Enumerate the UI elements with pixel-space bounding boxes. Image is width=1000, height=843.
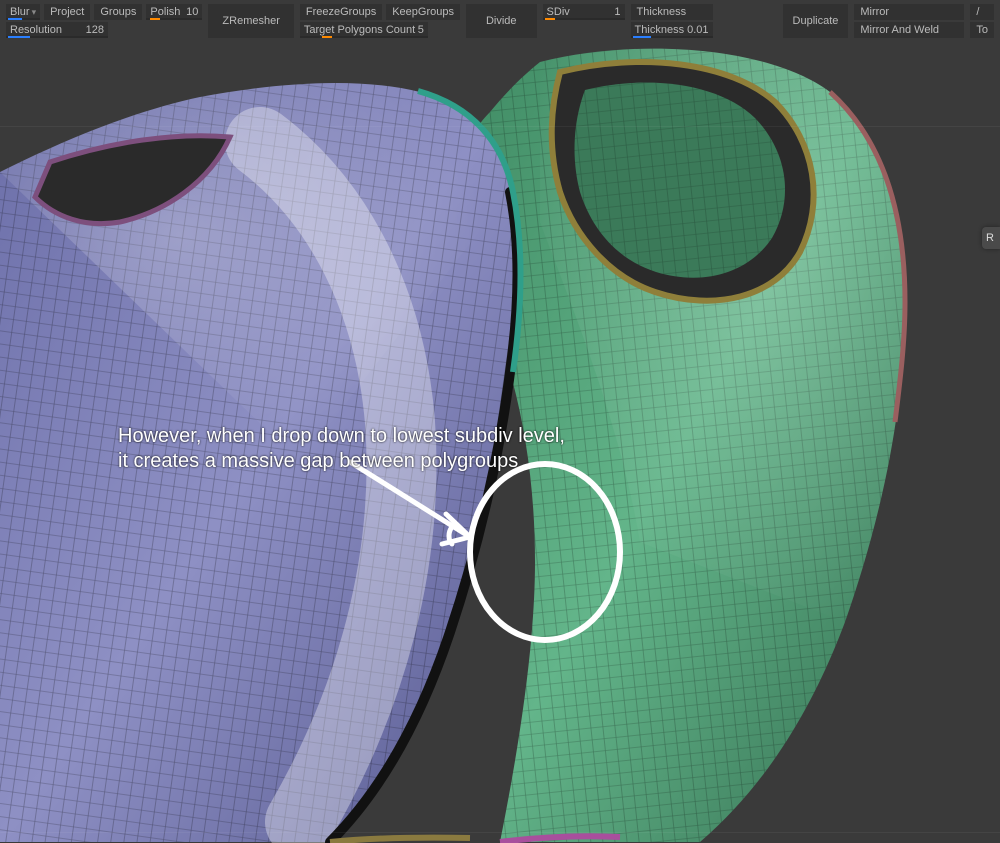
dropdown-icon: ▾ [32,7,37,18]
target-polygons-slider[interactable]: Target Polygons Count 5 [300,22,428,38]
zremesher-options: FreezeGroups KeepGroups Target Polygons … [300,4,460,38]
top-toolbar: Blur ▾ Project Groups Polish 10 Resoluti… [0,0,1000,42]
project-button[interactable]: Project [44,4,90,20]
thickness-value: 0.01 [687,24,708,36]
mirror-group: Mirror Mirror And Weld [854,4,964,38]
viewport-top-rule [0,126,1000,127]
polish-slider[interactable]: Polish 10 [146,4,202,20]
duplicate-button[interactable]: Duplicate [783,4,849,38]
blur-label: Blur [10,6,30,18]
resolution-label: Resolution [10,24,62,36]
thickness-button[interactable]: Thickness [631,4,713,20]
side-panel-label: R [986,232,994,244]
viewport-3d[interactable]: However, when I drop down to lowest subd… [0,42,1000,843]
keep-groups-button[interactable]: KeepGroups [386,4,460,20]
sdiv-group: SDiv 1 [543,4,625,38]
partial-button-a[interactable]: / [970,4,994,20]
thickness-group: Thickness Thickness 0.01 [631,4,713,38]
polish-value: 10 [186,6,198,18]
model-render [0,42,1000,843]
sdiv-value: 1 [614,6,620,18]
resolution-slider[interactable]: Resolution 128 [6,22,108,38]
groups-button[interactable]: Groups [94,4,142,20]
blur-group: Blur ▾ Project Groups Polish 10 Resoluti… [6,4,202,38]
resolution-value: 128 [86,24,104,36]
mirror-button[interactable]: Mirror [854,4,964,20]
sdiv-label: SDiv [547,6,570,18]
polish-label: Polish [150,6,180,18]
blur-slider[interactable]: Blur ▾ [6,4,40,20]
side-panel-toggle[interactable]: R [982,227,1000,249]
partial-button-to[interactable]: To [970,22,994,38]
freeze-groups-button[interactable]: FreezeGroups [300,4,382,20]
sdiv-slider[interactable]: SDiv 1 [543,4,625,20]
thickness-slider[interactable]: Thickness 0.01 [631,22,713,38]
thickness-label: Thickness [635,24,685,36]
target-polygons-label: Target Polygons Count [304,24,415,36]
mirror-weld-button[interactable]: Mirror And Weld [854,22,964,38]
viewport-bottom-rule [0,832,1000,833]
zremesher-button[interactable]: ZRemesher [208,4,293,38]
divide-button[interactable]: Divide [466,4,537,38]
target-polygons-value: 5 [418,24,424,36]
right-partial-group: / To [970,4,994,38]
